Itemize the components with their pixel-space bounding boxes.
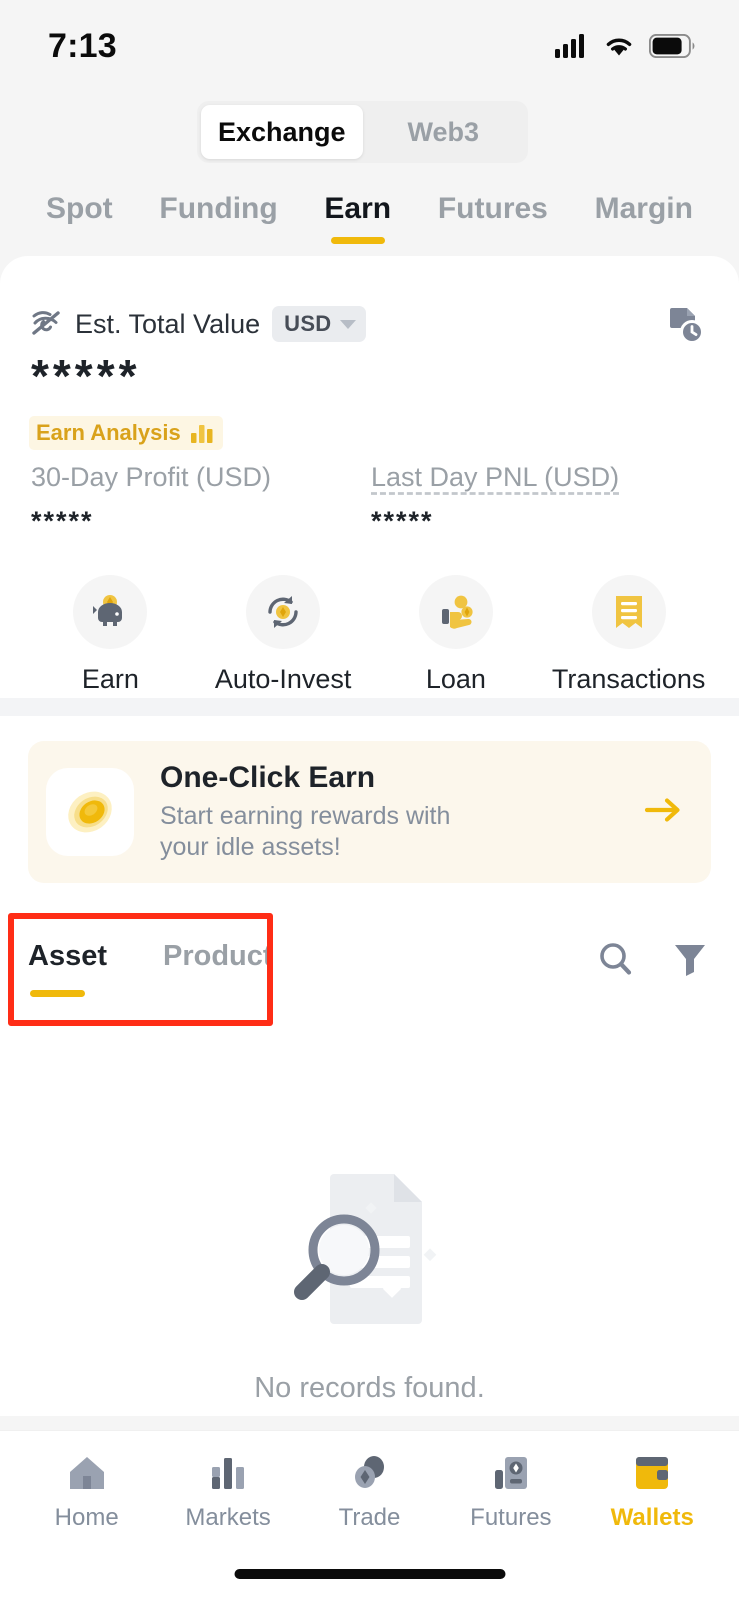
markets-bars-icon: [212, 1458, 245, 1489]
transaction-history-button[interactable]: [663, 303, 707, 352]
filter-icon: [675, 945, 705, 976]
bar-chart-icon: [190, 425, 213, 443]
wallet-icon: [636, 1457, 669, 1489]
nav-item-futures-label: Futures: [470, 1504, 552, 1531]
segment-exchange[interactable]: Exchange: [201, 105, 363, 159]
tab-earn-label: Earn: [324, 192, 392, 225]
home-icon: [69, 1457, 104, 1489]
quick-action-earn-label: Earn: [81, 664, 139, 694]
earn-analysis-label: Earn Analysis: [36, 420, 181, 445]
app-screen: 7:13 Exchange Web3 Spot Funding Earn Fut…: [0, 0, 739, 1600]
cellular-signal-icon: [555, 34, 584, 58]
quick-action-auto-invest-label: Auto-Invest: [214, 664, 352, 694]
quick-action-loan-circle: [418, 575, 493, 649]
one-click-earn-text: One-Click Earn Start earning rewards wit…: [160, 761, 643, 863]
nav-item-home-label: Home: [54, 1504, 119, 1531]
asset-product-tabs: Asset Product: [28, 940, 273, 997]
futures-icon: [494, 1457, 527, 1489]
sub-tab-product-label: Product: [163, 940, 273, 972]
profit-30day-label: 30-Day Profit (USD): [31, 462, 272, 492]
quick-action-transactions[interactable]: Transactions: [551, 575, 706, 695]
trade-coins-icon: [355, 1456, 385, 1488]
quick-action-transactions-circle: [591, 575, 666, 649]
status-bar: 7:13: [0, 0, 739, 92]
auto-invest-recycle-icon: [268, 596, 298, 628]
tab-spot[interactable]: Spot: [46, 190, 113, 226]
quick-action-loan-label: Loan: [425, 664, 486, 694]
total-balance-masked[interactable]: *****: [31, 352, 141, 400]
empty-state: No records found.: [0, 1150, 739, 1405]
filter-button[interactable]: [673, 940, 707, 983]
asset-list-tools: [597, 940, 707, 983]
wifi-icon: [606, 38, 632, 56]
receipt-icon: [615, 596, 642, 628]
sub-tab-product[interactable]: Product: [163, 940, 273, 973]
tab-earn[interactable]: Earn: [324, 190, 392, 244]
quick-action-auto-invest[interactable]: Auto-Invest: [208, 575, 358, 695]
last-day-pnl-value: *****: [371, 506, 434, 536]
section-divider: [0, 698, 739, 716]
transaction-history-icon: [670, 308, 704, 344]
currency-selector[interactable]: USD: [272, 306, 367, 342]
last-day-pnl-label[interactable]: Last Day PNL (USD): [371, 462, 711, 493]
quick-action-earn-circle: [73, 575, 148, 649]
exchange-web3-segmented-control[interactable]: Exchange Web3: [197, 101, 528, 163]
tab-funding[interactable]: Funding: [159, 190, 277, 226]
quick-action-earn[interactable]: Earn: [35, 575, 185, 695]
home-indicator: [234, 1569, 505, 1579]
search-icon: [600, 943, 632, 975]
profit-30day-value: *****: [31, 506, 94, 536]
profit-stats-row: 30-Day Profit (USD) ***** Last Day PNL (…: [31, 462, 711, 537]
one-click-earn-icon-tile: [46, 768, 134, 856]
profit-30day-block: 30-Day Profit (USD) *****: [31, 462, 371, 537]
one-click-earn-title: One-Click Earn: [160, 761, 376, 794]
tab-futures-label: Futures: [437, 192, 548, 225]
one-click-earn-banner[interactable]: One-Click Earn Start earning rewards wit…: [28, 741, 711, 883]
sub-tab-asset[interactable]: Asset: [28, 940, 107, 997]
hand-coins-icon: [441, 595, 473, 629]
one-click-earn-arrow-button[interactable]: [643, 795, 685, 830]
earn-analysis-badge[interactable]: Earn Analysis: [29, 416, 223, 450]
piggy-bank-icon: [93, 595, 123, 626]
tab-futures[interactable]: Futures: [438, 190, 548, 226]
est-total-value-label: Est. Total Value: [75, 308, 261, 339]
status-bar-icons: [555, 34, 695, 58]
wallet-type-tabs: Spot Funding Earn Futures Margin: [0, 190, 739, 258]
nav-item-home[interactable]: Home: [17, 1453, 157, 1600]
tab-spot-label: Spot: [46, 192, 113, 225]
quick-actions-row: Earn Auto-Invest Loan Transactions: [0, 575, 739, 695]
nav-item-trade-label: Trade: [338, 1504, 401, 1531]
search-button[interactable]: [597, 940, 635, 983]
quick-action-loan[interactable]: Loan: [381, 575, 531, 695]
last-day-pnl-block[interactable]: Last Day PNL (USD) *****: [371, 462, 711, 537]
segment-web3[interactable]: Web3: [363, 105, 525, 159]
tab-margin[interactable]: Margin: [595, 190, 693, 226]
arrow-right-icon: [644, 797, 680, 822]
currency-selector-value: USD: [284, 311, 332, 336]
tab-margin-label: Margin: [594, 192, 693, 225]
nav-item-wallets[interactable]: Wallets: [582, 1453, 722, 1600]
document-magnifier-icon: [293, 1174, 436, 1324]
sub-tab-asset-label: Asset: [28, 940, 107, 972]
quick-action-transactions-label: Transactions: [551, 664, 706, 694]
est-total-value-row: Est. Total Value USD: [31, 306, 367, 342]
status-bar-clock: 7:13: [48, 26, 117, 65]
nav-item-markets-label: Markets: [185, 1504, 271, 1531]
one-click-earn-subtitle: Start earning rewards with your idle ass…: [160, 802, 451, 861]
chevron-down-icon: [340, 319, 357, 329]
sub-tab-active-indicator: [30, 990, 85, 997]
tab-funding-label: Funding: [159, 192, 278, 225]
nav-item-wallets-label: Wallets: [610, 1504, 694, 1531]
tab-active-indicator: [330, 237, 385, 244]
gold-coin-icon: [68, 791, 112, 833]
battery-icon: [649, 34, 695, 58]
eye-off-icon[interactable]: [31, 310, 63, 338]
quick-action-auto-invest-circle: [246, 575, 321, 649]
empty-state-message: No records found.: [254, 1372, 485, 1404]
